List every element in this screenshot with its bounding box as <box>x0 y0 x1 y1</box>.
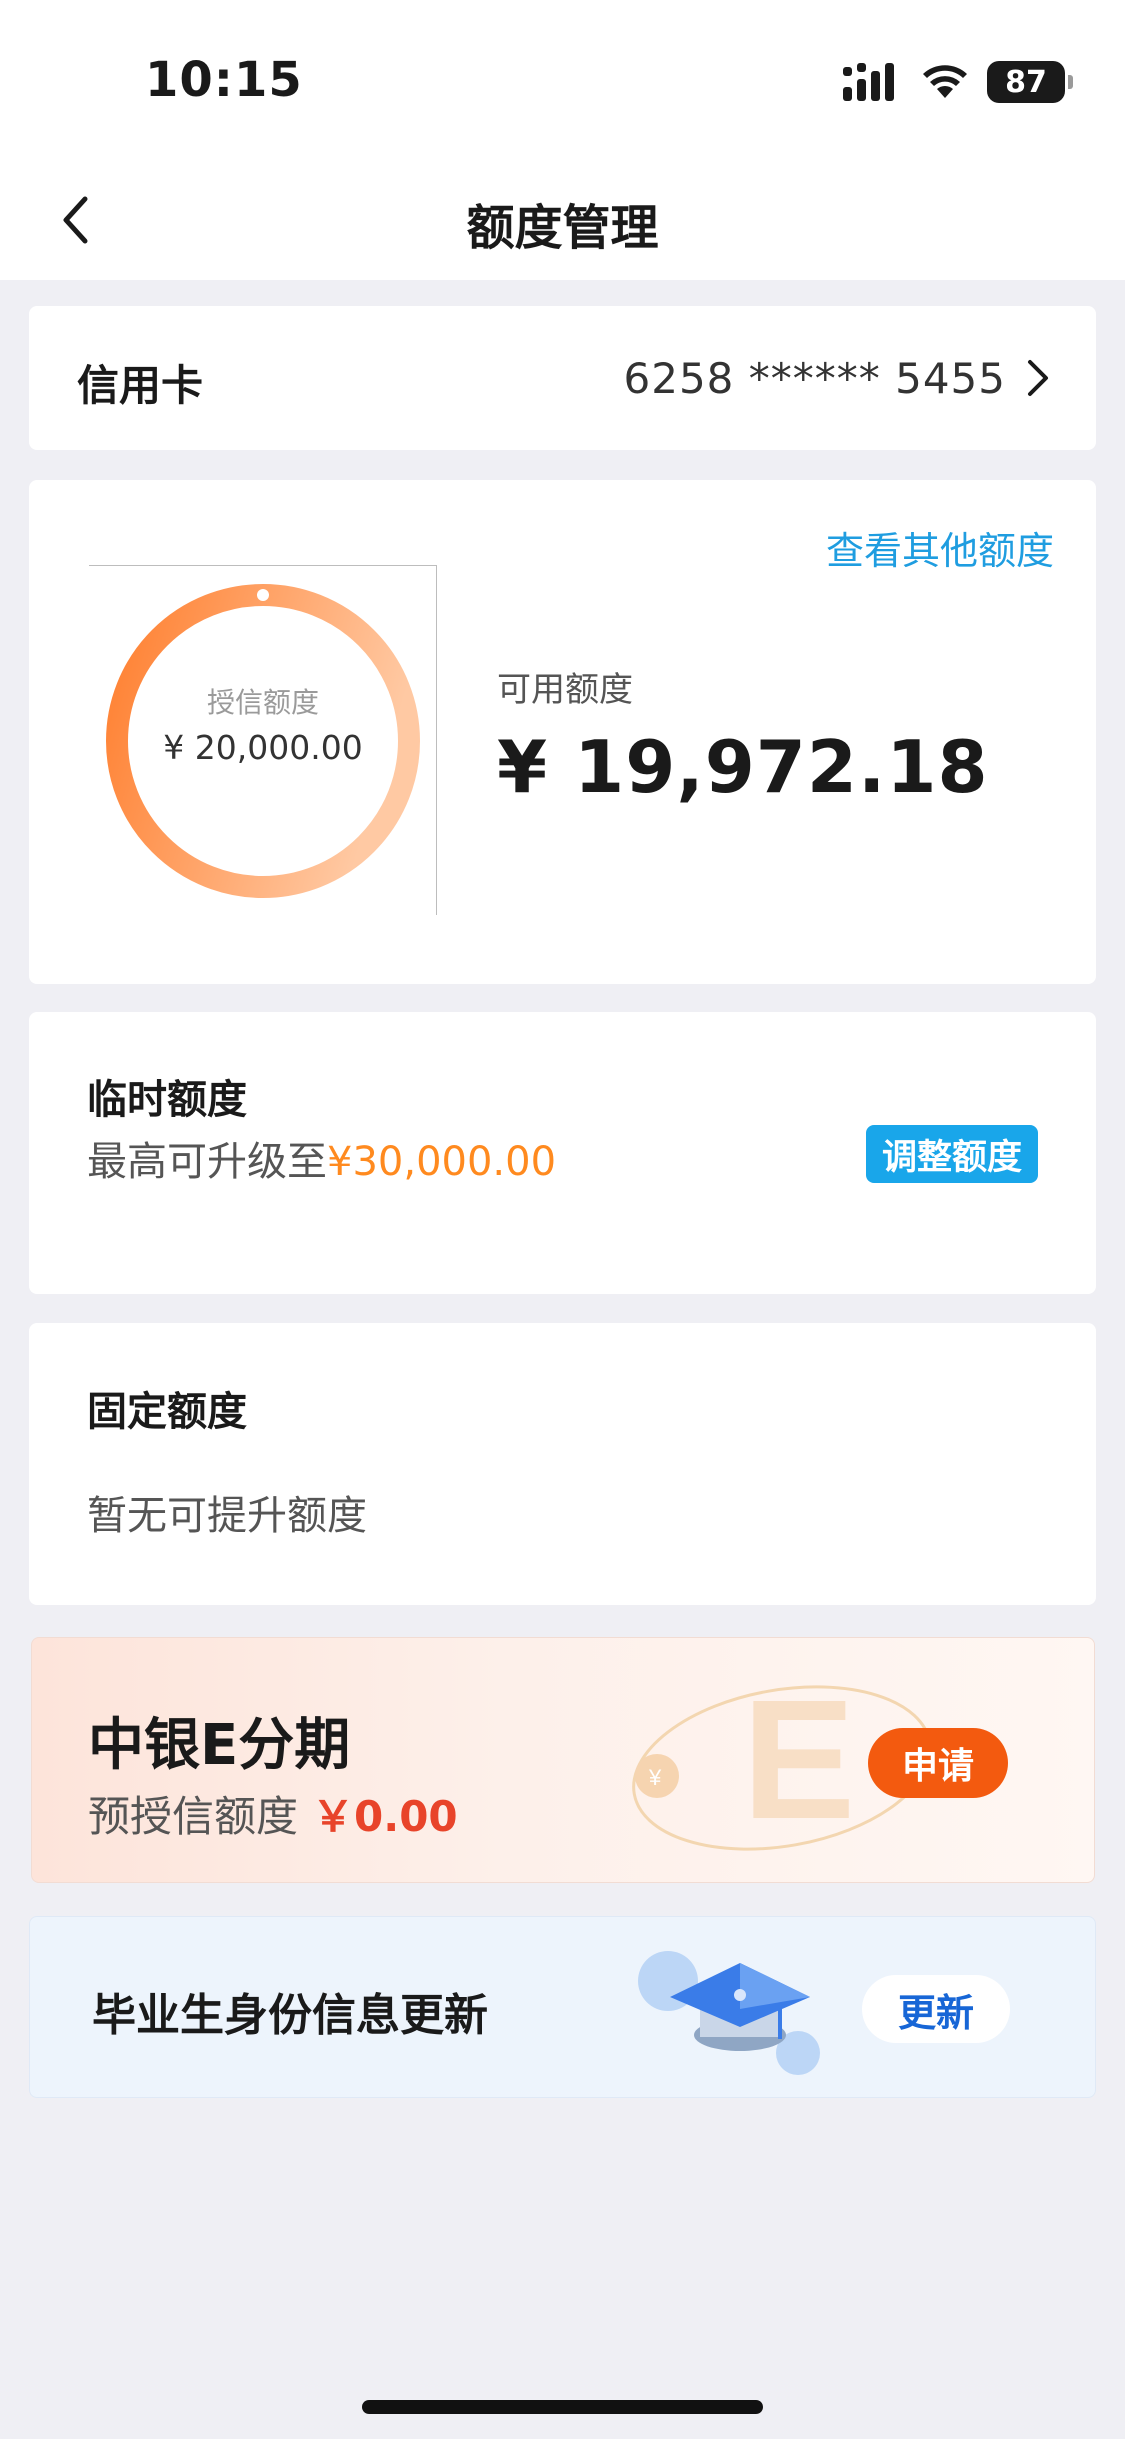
status-time: 10:15 <box>145 52 303 108</box>
pre-credit-amount: ￥0.00 <box>312 1792 458 1841</box>
battery-level: 87 <box>1005 64 1047 100</box>
svg-text:E: E <box>742 1665 855 1855</box>
temporary-limit-amount: ¥30,000.00 <box>327 1139 557 1185</box>
status-icons: 87 <box>843 60 1073 104</box>
update-button[interactable]: 更新 <box>862 1975 1010 2043</box>
apply-button[interactable]: 申请 <box>868 1728 1008 1798</box>
temporary-limit-desc: 最高可升级至¥30,000.00 <box>87 1129 556 1187</box>
granted-limit-value: ¥ 20,000.00 <box>163 728 363 767</box>
card-number: 6258 ****** 5455 <box>623 354 1006 403</box>
fixed-limit-title: 固定额度 <box>87 1389 247 1435</box>
card-type-label: 信用卡 <box>77 361 204 410</box>
temporary-limit-prefix: 最高可升级至 <box>87 1139 327 1185</box>
credit-limit-card: 查看其他额度 授信额度 ¥ 20,000.00 可用额度 ¥ 19,972.18 <box>29 480 1096 984</box>
chevron-right-icon <box>1028 360 1048 396</box>
granted-limit-label: 授信额度 <box>206 686 319 719</box>
temporary-limit-card: 临时额度 最高可升级至¥30,000.00 调整额度 <box>29 1012 1096 1294</box>
installment-banner[interactable]: E ¥ 中银E分期 预授信额度 ￥0.00 申请 <box>31 1637 1095 1883</box>
available-limit-value: ¥ 19,972.18 <box>497 725 989 809</box>
available-limit-label: 可用额度 <box>497 670 633 710</box>
signal-icon <box>843 63 894 101</box>
card-selector-row[interactable]: 信用卡 6258 ****** 5455 <box>29 306 1096 450</box>
fixed-limit-card: 固定额度 暂无可提升额度 <box>29 1323 1096 1605</box>
graduate-update-banner[interactable]: 毕业生身份信息更新 更新 <box>29 1916 1096 2098</box>
graduation-cap-icon <box>638 1951 820 2075</box>
pre-credit-label: 预授信额度 <box>88 1792 299 1841</box>
battery-icon: 87 <box>987 61 1073 103</box>
view-other-limits-link[interactable]: 查看其他额度 <box>826 520 1054 575</box>
page-title: 额度管理 <box>466 200 659 256</box>
fixed-limit-desc: 暂无可提升额度 <box>87 1493 367 1539</box>
temporary-limit-title: 临时额度 <box>87 1077 247 1123</box>
battery-cap <box>1068 75 1073 89</box>
wifi-icon <box>923 65 967 98</box>
nav-bar: 额度管理 <box>0 160 1125 280</box>
installment-title: 中银E分期 <box>88 1713 351 1778</box>
status-bar: 10:15 87 <box>0 0 1125 160</box>
adjust-limit-button[interactable]: 调整额度 <box>866 1125 1038 1183</box>
home-indicator[interactable] <box>362 2400 763 2414</box>
graduate-update-title: 毕业生身份信息更新 <box>92 1990 488 2041</box>
installment-desc: 预授信额度 ￥0.00 <box>88 1783 458 1844</box>
svg-text:¥: ¥ <box>648 1765 662 1790</box>
credit-ring-chart: 授信额度 ¥ 20,000.00 <box>89 565 437 915</box>
